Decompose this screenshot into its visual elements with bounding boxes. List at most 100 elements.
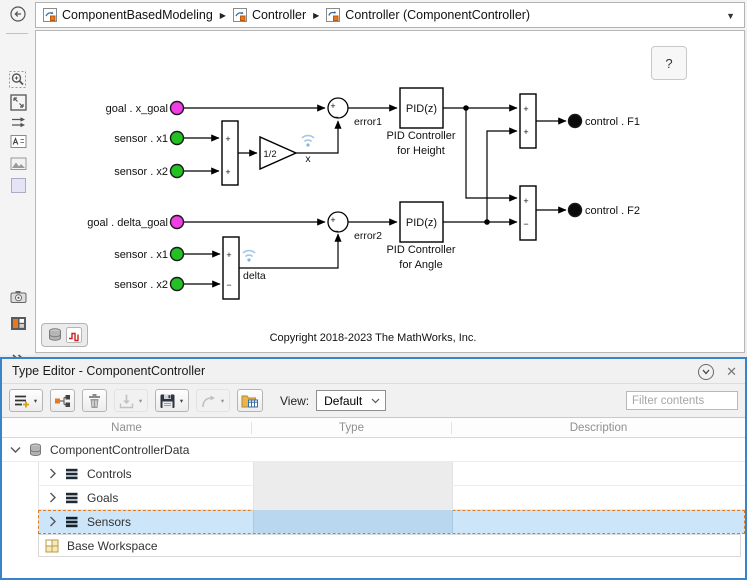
breadcrumb-dropdown-icon[interactable]: ▼	[726, 11, 735, 21]
add-bus-element-button[interactable]	[50, 389, 75, 412]
zoom-region-icon[interactable]	[7, 69, 29, 91]
screenshot-icon[interactable]	[7, 285, 29, 307]
svg-text:−: −	[333, 112, 338, 122]
goal-x-goal-label: goal . x_goal	[106, 103, 168, 115]
svg-text:−: −	[333, 226, 338, 236]
control-f2-label: control . F2	[585, 205, 640, 217]
svg-text:1/2: 1/2	[263, 149, 276, 160]
pid-angle-block[interactable]: PID(z)	[399, 201, 444, 243]
pid-height-name-2: for Height	[397, 145, 445, 157]
breadcrumb-label: Controller (ComponentController)	[345, 8, 531, 22]
port-sensor-x2-top	[169, 163, 185, 179]
sum-circle-bottom[interactable]: + −	[327, 211, 349, 236]
signal-lines[interactable]	[184, 104, 567, 288]
view-dropdown[interactable]: Default	[316, 390, 387, 411]
view-dropdown-value: Default	[324, 393, 363, 408]
bus-icon	[66, 468, 78, 479]
help-button[interactable]: ?	[651, 46, 687, 80]
export-caret-icon: ▾	[220, 397, 225, 405]
chevron-collapsed-icon[interactable]	[49, 492, 57, 503]
port-control-f1	[567, 113, 583, 129]
row-label: ComponentControllerData	[50, 442, 190, 457]
column-header-name[interactable]: Name	[2, 421, 252, 434]
back-icon[interactable]	[7, 4, 29, 26]
sum-circle-top[interactable]: + −	[327, 97, 349, 122]
port-sensor-x2-bottom	[169, 276, 185, 292]
bus-icon	[66, 492, 78, 503]
logged-signal-icon-delta[interactable]	[242, 249, 256, 262]
filter-contents-input[interactable]	[626, 391, 738, 410]
type-cell[interactable]	[253, 486, 453, 509]
pid-angle-name-1: PID Controller	[386, 244, 455, 256]
goal-delta-goal-label: goal . delta_goal	[87, 217, 168, 229]
column-header-type[interactable]: Type	[252, 421, 452, 434]
svg-text:+: +	[225, 134, 230, 144]
table-row-root[interactable]: ComponentControllerData	[2, 438, 745, 462]
svg-text:+: +	[225, 167, 230, 177]
chevron-down-icon	[371, 398, 380, 403]
palette-toolbar	[0, 30, 35, 364]
top-navigation-bar: ComponentBasedModeling ▶ Controller ▶ Co…	[0, 0, 747, 30]
close-icon[interactable]: ✕	[726, 364, 737, 380]
image-icon[interactable]	[7, 152, 29, 174]
table-header-row: Name Type Description	[2, 418, 745, 438]
type-editor-toolbar: ▾ ▾ ▾ ▾ View: Default Filter contents	[2, 384, 745, 418]
adder-sensors-bottom[interactable]: + −	[222, 236, 240, 300]
adder-sensors-top[interactable]: + +	[221, 120, 239, 186]
import-icon	[119, 394, 134, 408]
table-row-controls[interactable]: Controls	[38, 462, 745, 486]
block-diagram: goal . x_goal sensor . x1 sensor . x2 go…	[87, 87, 640, 344]
adder-control-f2[interactable]: + −	[519, 185, 537, 241]
gain-block[interactable]: 1/2	[259, 135, 298, 171]
sensor-x1-label-top: sensor . x1	[114, 133, 168, 145]
base-workspace-icon	[45, 539, 59, 552]
chevron-collapsed-icon[interactable]	[49, 516, 57, 527]
breadcrumb-item-subsystem[interactable]: Controller	[232, 8, 306, 22]
save-button[interactable]: ▾	[155, 389, 189, 412]
delete-button[interactable]	[82, 389, 107, 412]
chevron-collapsed-icon[interactable]	[49, 468, 57, 479]
table-row-base-workspace[interactable]: Base Workspace	[38, 534, 741, 557]
folder-table-icon	[241, 395, 258, 407]
type-editor-title: Type Editor - ComponentController	[12, 364, 206, 378]
breadcrumb: ComponentBasedModeling ▶ Controller ▶ Co…	[35, 2, 745, 28]
type-cell[interactable]	[253, 462, 453, 485]
chevron-expanded-icon[interactable]	[10, 446, 21, 454]
model-icon	[43, 8, 57, 22]
svg-text:+: +	[330, 215, 335, 225]
import-button[interactable]: ▾	[114, 389, 148, 412]
add-entry-button[interactable]: ▾	[9, 389, 43, 412]
column-header-description[interactable]: Description	[452, 422, 745, 434]
type-editor-titlebar[interactable]: Type Editor - ComponentController ✕	[2, 359, 745, 384]
collapse-panel-icon[interactable]	[698, 363, 715, 380]
area-icon[interactable]	[7, 174, 29, 196]
logged-signal-icon-x[interactable]	[301, 134, 315, 147]
breadcrumb-item-component[interactable]: Controller (ComponentController)	[326, 8, 530, 22]
model-canvas[interactable]: goal . x_goal sensor . x1 sensor . x2 go…	[35, 30, 745, 353]
export-button[interactable]: ▾	[196, 389, 230, 412]
data-dictionary-icon[interactable]	[47, 327, 63, 343]
pid-height-block[interactable]: PID(z)	[399, 87, 444, 129]
open-views-button[interactable]	[237, 389, 263, 412]
adder-control-f1[interactable]: + +	[519, 93, 537, 149]
svg-text:PID(z): PID(z)	[406, 217, 437, 229]
table-row-sensors[interactable]: Sensors	[38, 510, 745, 534]
viewmarks-icon[interactable]	[7, 312, 29, 334]
breadcrumb-item-model[interactable]: ComponentBasedModeling	[43, 8, 213, 22]
svg-text:−: −	[523, 219, 528, 229]
component-icon	[326, 8, 341, 22]
breadcrumb-separator-icon: ▶	[219, 10, 226, 20]
type-cell[interactable]	[253, 510, 453, 533]
signal-log-badge-icon[interactable]	[66, 327, 82, 343]
table-row-goals[interactable]: Goals	[38, 486, 745, 510]
canvas-badges	[41, 323, 88, 347]
svg-text:−: −	[226, 280, 231, 290]
svg-text:PID(z): PID(z)	[406, 103, 437, 115]
fit-to-view-icon[interactable]	[7, 91, 29, 113]
sensor-x1-label-bottom: sensor . x1	[114, 249, 168, 261]
annotation-icon[interactable]	[7, 130, 29, 152]
sensor-x2-label-top: sensor . x2	[114, 166, 168, 178]
back-arrow-icon	[10, 5, 26, 22]
breadcrumb-label: ComponentBasedModeling	[62, 8, 213, 22]
svg-text:+: +	[330, 101, 335, 111]
